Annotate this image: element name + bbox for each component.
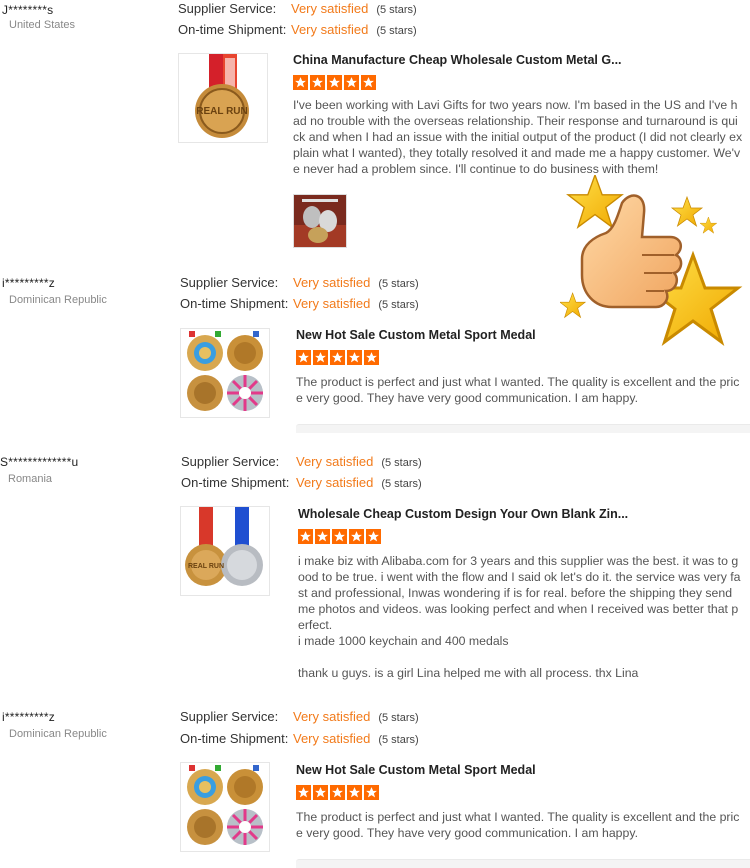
star-icon bbox=[310, 75, 325, 90]
on-time-shipment-label: On-time Shipment: bbox=[178, 22, 287, 37]
on-time-shipment-value: Very satisfied bbox=[293, 731, 371, 746]
on-time-shipment-rating: On-time Shipment: Very satisfied (5 stars) bbox=[178, 22, 417, 37]
supplier-service-label: Supplier Service: bbox=[181, 454, 280, 469]
star-icon bbox=[330, 785, 345, 800]
buyer-country: United States bbox=[9, 19, 76, 31]
star-rating bbox=[296, 350, 381, 368]
on-time-shipment-stars: (5 stars) bbox=[378, 734, 419, 746]
star-icon bbox=[347, 350, 362, 365]
star-icon bbox=[298, 529, 313, 544]
buyer-country: Dominican Republic bbox=[9, 294, 107, 306]
product-title-link[interactable]: China Manufacture Cheap Wholesale Custom… bbox=[293, 53, 622, 67]
supplier-service-rating: Supplier Service: Very satisfied (5 stars) bbox=[181, 454, 422, 469]
star-rating bbox=[298, 529, 383, 547]
star-icon bbox=[364, 350, 379, 365]
star-icon bbox=[344, 75, 359, 90]
star-icon bbox=[349, 529, 364, 544]
on-time-shipment-rating: On-time Shipment: Very satisfied (5 stars) bbox=[181, 475, 422, 490]
review-paragraph: The product is perfect and just what I w… bbox=[296, 375, 740, 405]
supplier-service-stars: (5 stars) bbox=[381, 457, 422, 469]
supplier-service-stars: (5 stars) bbox=[376, 4, 417, 16]
on-time-shipment-stars: (5 stars) bbox=[378, 299, 419, 311]
star-icon bbox=[296, 785, 311, 800]
supplier-service-rating: Supplier Service: Very satisfied (5 stars) bbox=[180, 709, 419, 724]
divider bbox=[296, 424, 750, 433]
star-icon bbox=[347, 785, 362, 800]
supplier-service-label: Supplier Service: bbox=[178, 1, 277, 16]
star-icon bbox=[332, 529, 347, 544]
review-paragraph: i made 1000 keychain and 400 medals bbox=[298, 634, 509, 648]
review-text: The product is perfect and just what I w… bbox=[296, 809, 744, 841]
on-time-shipment-stars: (5 stars) bbox=[376, 25, 417, 37]
supplier-service-stars: (5 stars) bbox=[378, 712, 419, 724]
on-time-shipment-stars: (5 stars) bbox=[381, 478, 422, 490]
star-icon bbox=[296, 350, 311, 365]
star-icon bbox=[361, 75, 376, 90]
supplier-service-value: Very satisfied bbox=[293, 275, 371, 290]
review-text: i make biz with Alibaba.com for 3 years … bbox=[298, 553, 744, 681]
buyer-name: i*********z bbox=[2, 276, 55, 290]
review-paragraph: I've been working with Lavi Gifts for tw… bbox=[293, 98, 743, 176]
on-time-shipment-value: Very satisfied bbox=[291, 22, 369, 37]
on-time-shipment-label: On-time Shipment: bbox=[180, 296, 289, 311]
supplier-service-value: Very satisfied bbox=[293, 709, 371, 724]
star-icon bbox=[313, 785, 328, 800]
star-icon bbox=[327, 75, 342, 90]
supplier-service-rating: Supplier Service: Very satisfied (5 stars) bbox=[180, 275, 419, 290]
product-thumbnail[interactable]: REAL RUN bbox=[178, 53, 268, 143]
review-paragraph: i make biz with Alibaba.com for 3 years … bbox=[298, 554, 741, 632]
review-paragraph: The product is perfect and just what I w… bbox=[296, 810, 740, 840]
product-thumbnail[interactable] bbox=[180, 328, 270, 418]
supplier-service-rating: Supplier Service: Very satisfied (5 stars) bbox=[178, 1, 417, 16]
review-card: i*********z Dominican Republic Supplier … bbox=[0, 705, 750, 868]
star-rating bbox=[296, 785, 381, 803]
supplier-service-label: Supplier Service: bbox=[180, 709, 279, 724]
medal-label: REAL RUN bbox=[196, 106, 247, 117]
buyer-name: S*************u bbox=[0, 455, 79, 469]
buyer-name: J********s bbox=[2, 3, 54, 17]
review-text: The product is perfect and just what I w… bbox=[296, 374, 744, 406]
star-icon bbox=[315, 529, 330, 544]
divider bbox=[296, 859, 750, 868]
buyer-name: i*********z bbox=[2, 710, 55, 724]
supplier-service-label: Supplier Service: bbox=[180, 275, 279, 290]
product-title-link[interactable]: New Hot Sale Custom Metal Sport Medal bbox=[296, 328, 536, 342]
buyer-country: Romania bbox=[8, 473, 53, 485]
on-time-shipment-rating: On-time Shipment: Very satisfied (5 stars) bbox=[180, 296, 419, 311]
star-icon bbox=[364, 785, 379, 800]
supplier-service-value: Very satisfied bbox=[296, 454, 374, 469]
on-time-shipment-rating: On-time Shipment: Very satisfied (5 stars) bbox=[180, 731, 419, 746]
review-text: I've been working with Lavi Gifts for tw… bbox=[293, 97, 743, 177]
star-icon bbox=[313, 350, 328, 365]
on-time-shipment-label: On-time Shipment: bbox=[180, 731, 289, 746]
supplier-service-stars: (5 stars) bbox=[378, 278, 419, 290]
product-thumbnail[interactable] bbox=[180, 762, 270, 852]
product-title-link[interactable]: New Hot Sale Custom Metal Sport Medal bbox=[296, 763, 536, 777]
star-icon bbox=[330, 350, 345, 365]
review-card: S*************u Romania Supplier Service… bbox=[0, 449, 750, 699]
star-icon bbox=[293, 75, 308, 90]
review-photo[interactable] bbox=[293, 194, 347, 248]
star-rating bbox=[293, 75, 378, 93]
buyer-country: Dominican Republic bbox=[9, 728, 107, 740]
review-paragraph: thank u guys. is a girl Lina helped me w… bbox=[298, 666, 639, 680]
star-icon bbox=[366, 529, 381, 544]
on-time-shipment-label: On-time Shipment: bbox=[181, 475, 290, 490]
medal-label: REAL RUN bbox=[188, 563, 224, 570]
review-card: i*********z Dominican Republic Supplier … bbox=[0, 270, 750, 440]
on-time-shipment-value: Very satisfied bbox=[293, 296, 371, 311]
product-title-link[interactable]: Wholesale Cheap Custom Design Your Own B… bbox=[298, 507, 628, 521]
product-thumbnail[interactable]: REAL RUN bbox=[180, 506, 270, 596]
supplier-service-value: Very satisfied bbox=[291, 1, 369, 16]
on-time-shipment-value: Very satisfied bbox=[296, 475, 374, 490]
